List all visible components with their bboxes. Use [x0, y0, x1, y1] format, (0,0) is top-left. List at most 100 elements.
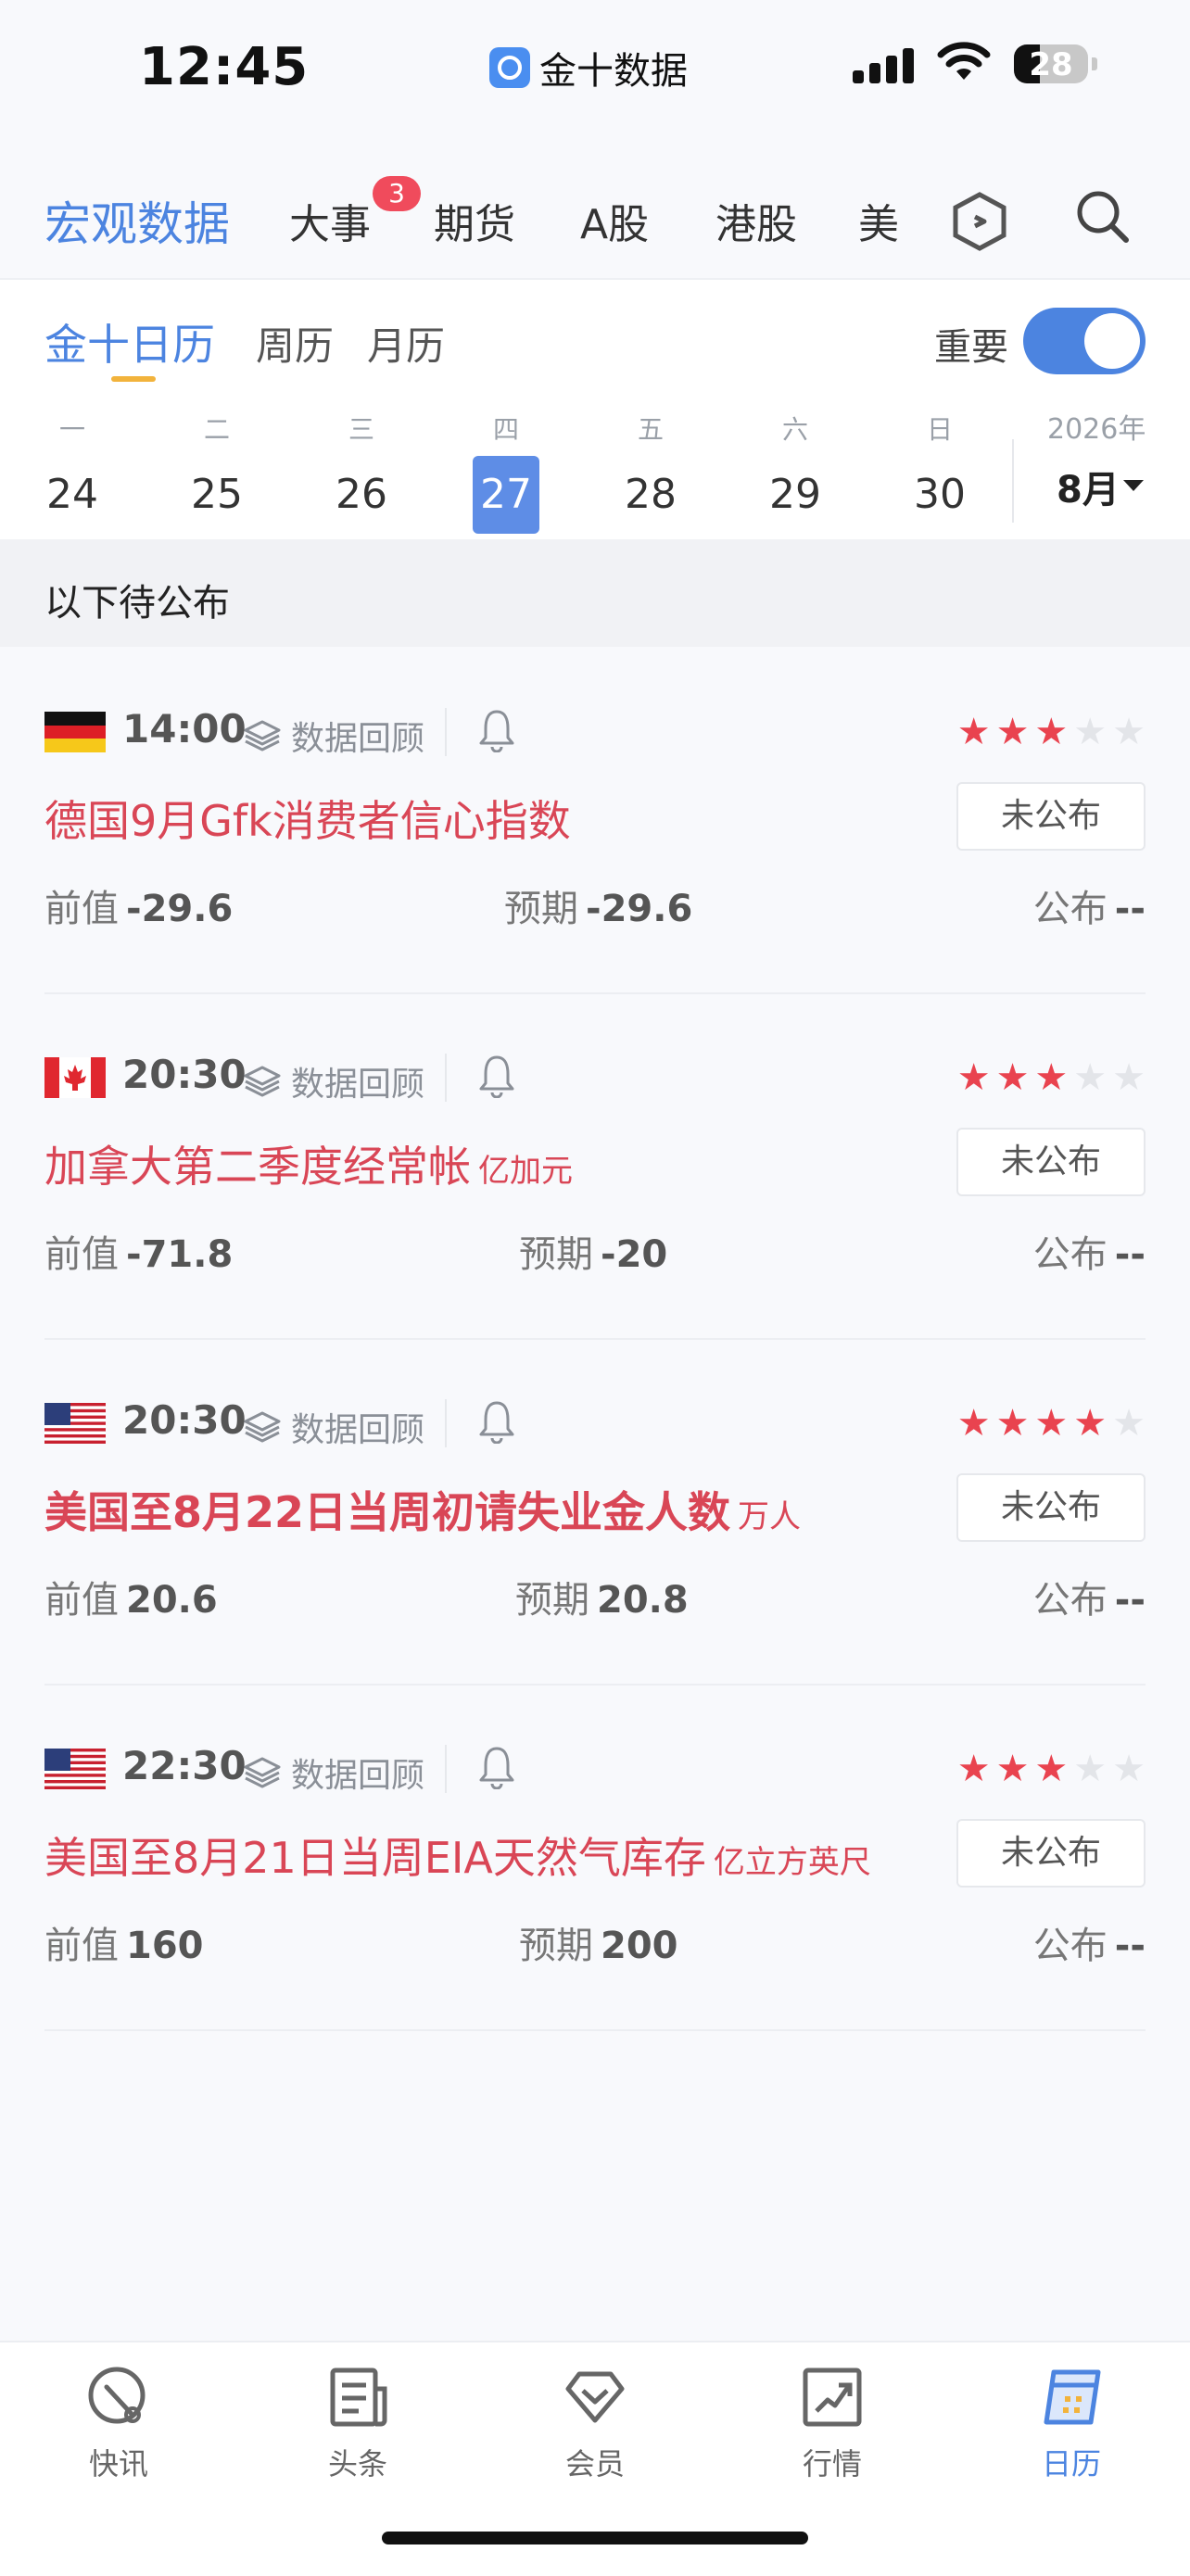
star-empty-icon: ★ — [1112, 1748, 1146, 1790]
star-filled-icon: ★ — [1073, 1402, 1108, 1445]
home-indicator — [382, 2532, 808, 2544]
star-empty-icon: ★ — [1112, 1056, 1146, 1099]
bell-icon[interactable] — [478, 708, 515, 752]
star-filled-icon: ★ — [956, 1402, 991, 1445]
nav-calendar[interactable]: 日历 — [997, 2363, 1146, 2483]
wifi-icon — [937, 42, 991, 80]
event-item[interactable]: 22:30 数据回顾 ★ ★ ★ ★ ★ 美国至8月21日当周EIA天然气库存 亿立方英尺… — [44, 1684, 1146, 2031]
star-empty-icon: ★ — [1112, 1402, 1146, 1445]
nav-headlines[interactable]: 头条 — [284, 2363, 432, 2483]
bell-icon[interactable] — [478, 1399, 515, 1444]
star-empty-icon: ★ — [1073, 1056, 1108, 1099]
event-title: 美国至8月22日当周初请失业金人数 万人 — [44, 1487, 802, 1537]
expected-value: -29.6 — [586, 888, 693, 930]
event-unit: 亿立方英尺 — [713, 1844, 871, 1881]
previous-value: 20.6 — [126, 1579, 218, 1622]
battery-icon: 28 — [1014, 44, 1088, 83]
search-icon[interactable] — [1073, 187, 1131, 245]
nav-market[interactable]: 行情 — [758, 2363, 906, 2483]
section-header: 以下待公布 — [0, 539, 1190, 647]
data-review-link[interactable]: 数据回顾 — [243, 1057, 424, 1105]
tab-week-calendar[interactable]: 周历 — [256, 315, 334, 372]
headlines-icon — [330, 2368, 387, 2427]
star-filled-icon: ★ — [995, 711, 1030, 753]
star-filled-icon: ★ — [1034, 1402, 1069, 1445]
bell-icon[interactable] — [478, 1054, 515, 1098]
layers-icon — [244, 1411, 281, 1443]
event-title: 德国9月Gfk消费者信心指数 — [44, 796, 571, 846]
tab-major-events[interactable]: 大事 — [289, 191, 371, 250]
data-review-link[interactable]: 数据回顾 — [243, 1749, 424, 1797]
event-title: 加拿大第二季度经常帐 亿加元 — [44, 1142, 573, 1192]
tab-futures[interactable]: 期货 — [434, 191, 515, 250]
app-icon — [489, 47, 530, 88]
star-filled-icon: ★ — [1034, 1056, 1069, 1099]
event-time: 14:00 — [122, 706, 247, 751]
important-filter-label: 重要 — [934, 326, 1008, 369]
expected-value: 200 — [601, 1925, 678, 1967]
event-title: 美国至8月21日当周EIA天然气库存 亿立方英尺 — [44, 1833, 871, 1883]
event-item[interactable]: 20:30 数据回顾 ★ ★ ★ ★ ★ 美国至8月22日当周初请失业金人数 万人 未公布… — [44, 1338, 1146, 1686]
star-filled-icon: ★ — [956, 1748, 991, 1790]
star-filled-icon: ★ — [1034, 711, 1069, 753]
data-review-link[interactable]: 数据回顾 — [243, 712, 424, 760]
event-item[interactable]: 14:00 数据回顾 ★ ★ ★ ★ ★ 德国9月Gfk消费者信心指数 未公布 前值 -2… — [44, 647, 1146, 994]
expected-value: 20.8 — [597, 1579, 689, 1622]
layers-icon — [244, 1066, 281, 1097]
battery-level: 28 — [1029, 46, 1073, 83]
nav-flash-news[interactable]: 快讯 — [44, 2363, 193, 2483]
tab-us-stocks[interactable]: 美 — [858, 191, 899, 250]
event-time: 22:30 — [122, 1743, 247, 1788]
bell-icon[interactable] — [478, 1745, 515, 1789]
published-value: -- — [1114, 1925, 1146, 1967]
star-filled-icon: ★ — [956, 711, 991, 753]
tab-macro-data[interactable]: 宏观数据 — [44, 187, 230, 254]
expected-value: -20 — [601, 1233, 668, 1276]
publish-status-button[interactable]: 未公布 — [956, 1819, 1146, 1888]
event-unit: 亿加元 — [478, 1153, 573, 1190]
published-value: -- — [1114, 888, 1146, 930]
star-filled-icon: ★ — [1034, 1748, 1069, 1790]
importance-stars: ★ ★ ★ ★ ★ — [957, 1057, 1146, 1098]
publish-status-button[interactable]: 未公布 — [956, 1128, 1146, 1196]
germany-flag-icon — [44, 712, 106, 752]
published-value: -- — [1114, 1579, 1146, 1622]
year-label: 2026年 — [1047, 413, 1146, 446]
tab-a-shares[interactable]: A股 — [580, 191, 649, 250]
section-title: 以下待公布 — [44, 582, 230, 625]
event-unit: 万人 — [738, 1498, 802, 1535]
publish-status-button[interactable]: 未公布 — [956, 1473, 1146, 1542]
chevron-down-icon[interactable] — [1123, 480, 1144, 491]
data-review-link[interactable]: 数据回顾 — [243, 1403, 424, 1451]
publish-status-button[interactable]: 未公布 — [956, 782, 1146, 851]
event-item[interactable]: 20:30 数据回顾 ★ ★ ★ ★ ★ 加拿大第二季度经常帐 亿加元 未公布 前值 -71… — [44, 992, 1146, 1340]
canada-flag-icon — [44, 1057, 106, 1098]
trend-chart-icon — [803, 2368, 862, 2427]
previous-value: -29.6 — [126, 888, 234, 930]
tab-hk-stocks[interactable]: 港股 — [715, 191, 797, 250]
tab-jin10-calendar[interactable]: 金十日历 — [44, 311, 215, 373]
calendar-panel: 金十日历 周历 月历 重要 一 24 二 25 三 26 四 27 五 28 六… — [0, 280, 1190, 539]
nav-membership[interactable]: 会员 — [521, 2363, 669, 2483]
tab-month-calendar[interactable]: 月历 — [367, 315, 445, 372]
star-empty-icon: ★ — [1112, 711, 1146, 753]
hexagon-settings-icon[interactable] — [951, 191, 1008, 252]
calendar-icon — [1044, 2369, 1101, 2425]
importance-stars: ★ ★ ★ ★ ★ — [957, 712, 1146, 752]
previous-value: 160 — [126, 1925, 204, 1967]
layers-icon — [244, 720, 281, 751]
flash-news-icon — [88, 2367, 146, 2424]
star-filled-icon: ★ — [995, 1402, 1030, 1445]
star-filled-icon: ★ — [995, 1748, 1030, 1790]
event-time: 20:30 — [122, 1397, 247, 1443]
layers-icon — [244, 1757, 281, 1788]
star-filled-icon: ★ — [956, 1056, 991, 1099]
importance-stars: ★ ★ ★ ★ ★ — [957, 1403, 1146, 1444]
published-value: -- — [1114, 1233, 1146, 1276]
important-toggle[interactable] — [1023, 308, 1146, 374]
top-tab-bar: 宏观数据 大事 3 期货 A股 港股 美 — [0, 139, 1190, 280]
month-picker[interactable]: 8月 — [1057, 460, 1120, 513]
usa-flag-icon — [44, 1749, 106, 1789]
event-time: 20:30 — [122, 1052, 247, 1097]
active-tab-underline — [111, 376, 156, 382]
